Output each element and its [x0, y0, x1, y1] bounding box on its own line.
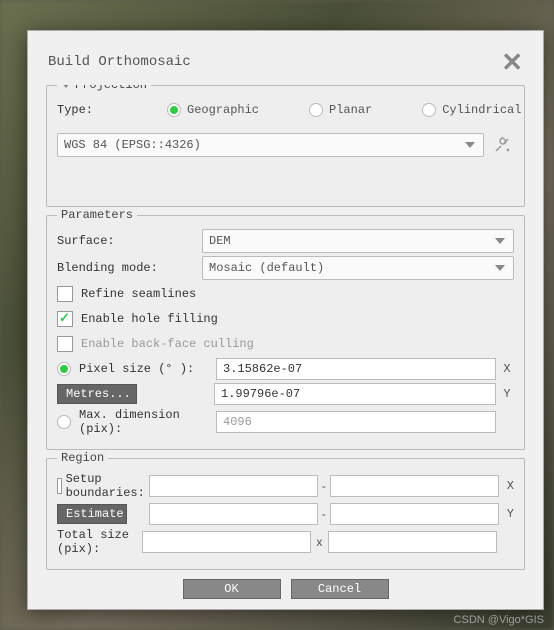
pixel-size-label: Pixel size (° ):: [79, 362, 216, 376]
wrench-icon: [493, 136, 511, 154]
metres-button[interactable]: Metres...: [57, 384, 137, 404]
blending-row: Blending mode: Mosaic (default): [57, 256, 514, 280]
cancel-button[interactable]: Cancel: [291, 579, 389, 599]
pixel-size-x-row: Pixel size (° ): X: [57, 358, 514, 380]
type-radio-group: Geographic Planar Cylindrical: [167, 103, 521, 117]
suffix-x: X: [507, 479, 514, 493]
total-size-row: Total size (pix): x: [57, 528, 514, 556]
pixel-size-y-input[interactable]: [214, 383, 496, 405]
setup-boundaries-checkbox[interactable]: [57, 478, 62, 494]
crs-combo[interactable]: WGS 84 (EPSG::4326): [57, 133, 484, 157]
surface-row: Surface: DEM: [57, 229, 514, 253]
hole-filling-row: Enable hole filling: [57, 308, 514, 330]
crs-row: WGS 84 (EPSG::4326): [57, 133, 514, 157]
backface-checkbox[interactable]: [57, 336, 73, 352]
suffix-x: X: [500, 362, 514, 376]
dash-sep: -: [322, 507, 326, 521]
parameters-group: Parameters Surface: DEM Blending mode: M…: [46, 215, 525, 450]
backface-row: Enable back-face culling: [57, 333, 514, 355]
radio-planar[interactable]: Planar: [309, 103, 372, 117]
backface-label: Enable back-face culling: [81, 337, 254, 351]
surface-label: Surface:: [57, 234, 202, 248]
type-label: Type:: [57, 103, 167, 117]
blending-combo[interactable]: Mosaic (default): [202, 256, 514, 280]
projection-group: Projection Type: Geographic Planar Cyl: [46, 85, 525, 207]
radio-geographic[interactable]: Geographic: [167, 103, 259, 117]
max-dimension-radio[interactable]: [57, 415, 71, 429]
pixel-size-y-row: Metres... Y: [57, 383, 514, 405]
type-row: Type: Geographic Planar Cylindrical: [57, 99, 514, 121]
setup-boundaries-row: Setup boundaries: - X: [57, 472, 514, 500]
dash-sep: -: [322, 479, 326, 493]
radio-dot-icon: [309, 103, 323, 117]
watermark: CSDN @Vigo*GIS: [454, 614, 544, 626]
max-dimension-label: Max. dimension (pix):: [79, 408, 216, 436]
boundary-y-min-input[interactable]: [149, 503, 318, 525]
boundary-x-min-input[interactable]: [149, 475, 318, 497]
build-orthomosaic-dialog: Build Orthomosaic ✕ Projection Type: Geo…: [27, 30, 544, 610]
setup-boundaries-label: Setup boundaries:: [66, 472, 145, 500]
region-group: Region Setup boundaries: - X Estimate - …: [46, 458, 525, 570]
pixel-size-radio[interactable]: [57, 362, 71, 376]
region-group-title: Region: [57, 451, 108, 465]
total-size-x-input[interactable]: [142, 531, 311, 553]
total-size-label: Total size (pix):: [57, 528, 138, 556]
suffix-y: Y: [507, 507, 514, 521]
refine-seamlines-label: Refine seamlines: [81, 287, 196, 301]
estimate-button[interactable]: Estimate: [57, 504, 127, 524]
dialog-content: Projection Type: Geographic Planar Cyl: [28, 85, 543, 573]
close-icon[interactable]: ✕: [501, 49, 523, 75]
radio-dot-icon: [422, 103, 436, 117]
pixel-size-x-input[interactable]: [216, 358, 496, 380]
refine-seamlines-checkbox[interactable]: [57, 286, 73, 302]
total-size-y-input[interactable]: [328, 531, 497, 553]
ok-button[interactable]: OK: [183, 579, 281, 599]
disclosure-icon[interactable]: [61, 85, 71, 88]
title-bar: Build Orthomosaic ✕: [28, 31, 543, 85]
boundary-y-max-input[interactable]: [330, 503, 499, 525]
boundary-x-max-input[interactable]: [330, 475, 499, 497]
hole-filling-label: Enable hole filling: [81, 312, 218, 326]
suffix-y: Y: [500, 387, 514, 401]
dialog-footer: OK Cancel: [28, 573, 543, 609]
refine-seamlines-row: Refine seamlines: [57, 283, 514, 305]
x-sep: x: [315, 535, 324, 549]
max-dimension-row: Max. dimension (pix):: [57, 408, 514, 436]
hole-filling-checkbox[interactable]: [57, 311, 73, 327]
estimate-row: Estimate - Y: [57, 503, 514, 525]
max-dimension-input[interactable]: [216, 411, 496, 433]
surface-combo[interactable]: DEM: [202, 229, 514, 253]
radio-cylindrical[interactable]: Cylindrical: [422, 103, 521, 117]
parameters-group-title: Parameters: [57, 208, 137, 222]
blending-label: Blending mode:: [57, 261, 202, 275]
dialog-title: Build Orthomosaic: [48, 54, 191, 70]
radio-dot-icon: [167, 103, 181, 117]
crs-settings-button[interactable]: [490, 133, 514, 157]
projection-group-title: Projection: [57, 85, 151, 92]
